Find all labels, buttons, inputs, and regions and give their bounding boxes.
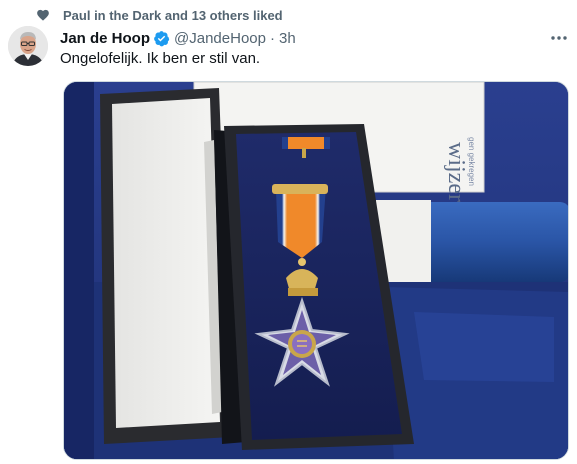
social-context-text: Paul in the Dark and 13 others liked: [63, 7, 283, 23]
tweet-text: Ongelofelijk. Ik ben er stil van.: [60, 50, 261, 67]
heart-icon: [36, 8, 50, 22]
certificate-text: wijzer: [443, 142, 469, 202]
more-icon: [550, 28, 568, 46]
avatar[interactable]: [8, 26, 48, 66]
social-context[interactable]: Paul in the Dark and 13 others liked: [36, 6, 283, 24]
author-handle[interactable]: @JandeHoop: [174, 30, 266, 47]
display-name[interactable]: Jan de Hoop: [60, 30, 150, 47]
separator-dot: ·: [269, 29, 275, 47]
certificate-subtext: gen gekregen: [467, 137, 476, 186]
more-options-button[interactable]: [548, 28, 570, 46]
verified-badge-icon: [153, 30, 170, 47]
tweet-photo[interactable]: wijzer gen gekregen: [63, 81, 569, 460]
tweet-time[interactable]: 3h: [279, 30, 296, 47]
tweet-header: Jan de Hoop @JandeHoop · 3h: [60, 28, 296, 48]
